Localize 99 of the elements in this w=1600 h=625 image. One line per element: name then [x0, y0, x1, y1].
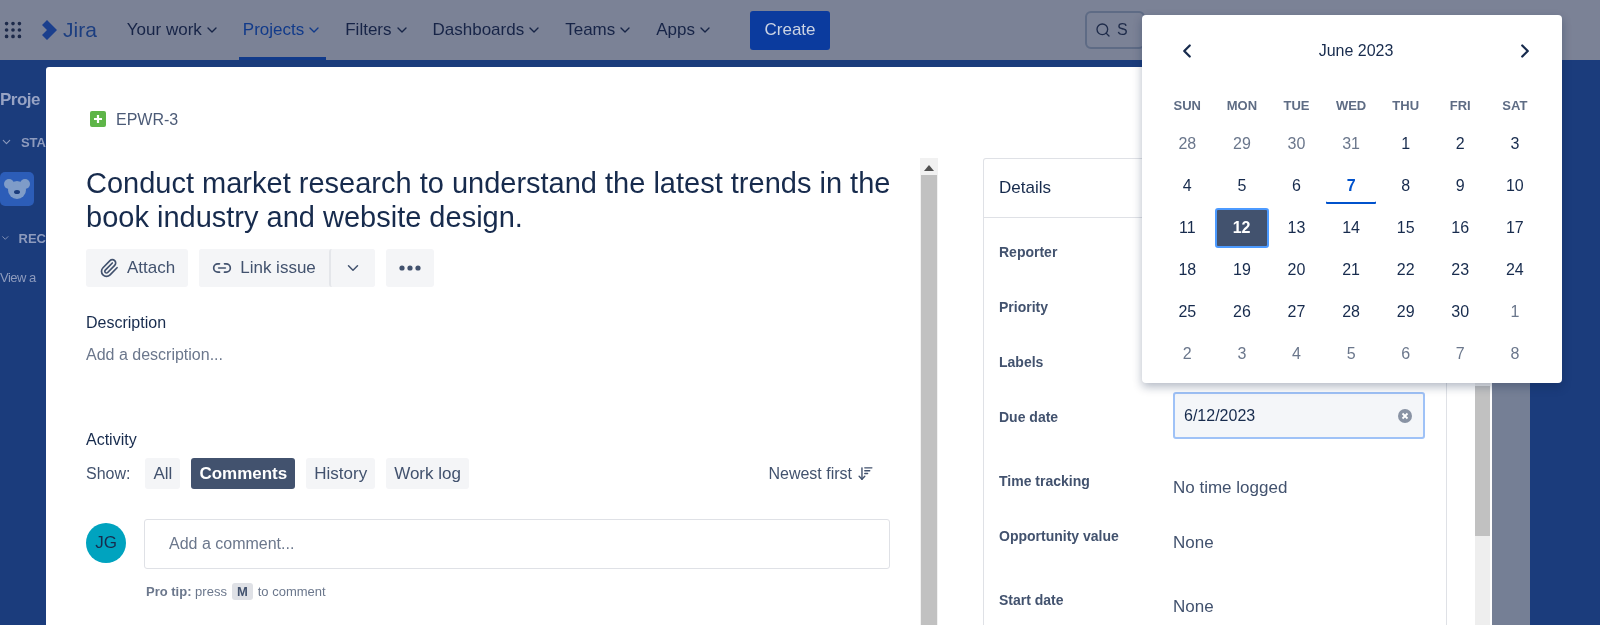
activity-heading: Activity [86, 431, 138, 449]
calendar-day[interactable]: 7 [1323, 166, 1379, 206]
pro-tip-text: to comment [257, 584, 326, 599]
weekday-label: THU [1391, 96, 1421, 115]
sidebar-link[interactable]: View a [0, 270, 36, 285]
calendar-day[interactable]: 3 [1487, 124, 1543, 164]
sort-icon [857, 465, 874, 482]
calendar-day[interactable]: 7 [1432, 334, 1488, 374]
nav-item[interactable]: Teams [561, 0, 638, 60]
calendar-day[interactable]: 14 [1323, 208, 1379, 248]
calendar-day[interactable]: 6 [1269, 166, 1324, 206]
calendar-day[interactable]: 8 [1378, 166, 1433, 206]
pro-tip-text: Pro tip: press [146, 584, 227, 599]
scrollbar[interactable] [920, 158, 938, 625]
weekday-label: WED [1334, 96, 1368, 115]
comment-field[interactable]: Add a comment... [144, 519, 890, 569]
calendar-day[interactable]: 10 [1487, 166, 1543, 206]
weekday-label: FRI [1448, 96, 1472, 115]
keyboard-key: M [231, 583, 253, 600]
filter-tab[interactable]: Work log [386, 458, 469, 489]
weekday-label: SAT [1501, 96, 1529, 115]
calendar-day[interactable]: 5 [1214, 166, 1270, 206]
field-label: Start date [999, 592, 1065, 610]
more-button[interactable] [385, 249, 434, 287]
calendar-day[interactable]: 29 [1378, 292, 1433, 332]
description-placeholder[interactable]: Add a description... [86, 346, 920, 364]
field-label: Priority [999, 299, 1049, 317]
field-label: Labels [999, 354, 1045, 372]
due-date-field[interactable]: 6/12/2023 [1173, 392, 1425, 439]
calendar-day[interactable]: 26 [1214, 292, 1270, 332]
show-label: Show: [86, 464, 131, 483]
calendar-day[interactable]: 25 [1160, 292, 1215, 332]
nav-item[interactable]: Your work [122, 0, 224, 60]
calendar-day[interactable]: 19 [1214, 250, 1270, 290]
story-plus-icon [90, 111, 106, 127]
calendar-day[interactable]: 27 [1269, 292, 1324, 332]
paperclip-icon [99, 258, 119, 278]
calendar-day[interactable]: 28 [1160, 124, 1215, 164]
weekday-label: SUN [1172, 96, 1202, 115]
calendar-day[interactable]: 30 [1432, 292, 1488, 332]
calendar-day[interactable]: 3 [1214, 334, 1270, 374]
issue-title[interactable]: Conduct market research to understand the latest trends in the book industry and website design. [86, 166, 891, 234]
project-avatar-icon[interactable] [0, 172, 34, 206]
calendar-day[interactable]: 1 [1378, 124, 1433, 164]
attach-button[interactable]: Attach [86, 249, 189, 287]
calendar-day[interactable]: 5 [1323, 334, 1379, 374]
field-value[interactable]: None [1173, 533, 1214, 566]
sort-button[interactable]: Newest first [762, 463, 880, 484]
user-avatar: JG [86, 523, 126, 563]
calendar-day[interactable]: 8 [1487, 334, 1543, 374]
app-switcher-icon[interactable] [2, 19, 24, 41]
weekday-label: MON [1225, 96, 1259, 115]
calendar-day[interactable]: 24 [1487, 250, 1543, 290]
calendar-day[interactable]: 29 [1214, 124, 1270, 164]
calendar-day[interactable]: 6 [1378, 334, 1433, 374]
calendar-day[interactable]: 11 [1160, 208, 1215, 248]
calendar-day[interactable]: 2 [1160, 334, 1215, 374]
field-value[interactable]: None [1173, 597, 1214, 621]
field-value[interactable]: No time logged [1173, 478, 1288, 502]
calendar-day[interactable]: 2 [1432, 124, 1488, 164]
calendar-day[interactable]: 15 [1378, 208, 1433, 248]
filter-tab[interactable]: Comments [191, 458, 296, 489]
weekday-label: TUE [1282, 96, 1311, 115]
calendar-day[interactable]: 28 [1323, 292, 1379, 332]
nav-item[interactable]: Filters [341, 0, 414, 60]
filter-tab[interactable]: History [306, 458, 376, 489]
calendar-day[interactable]: 4 [1160, 166, 1215, 206]
filter-tab[interactable]: All [145, 458, 181, 489]
calendar-day[interactable]: 4 [1269, 334, 1324, 374]
nav-item[interactable]: Dashboards [428, 0, 547, 60]
calendar-day[interactable]: 9 [1432, 166, 1488, 206]
more-icon [398, 265, 421, 271]
sidebar-title: Proje [0, 90, 41, 110]
calendar-day[interactable]: 31 [1323, 124, 1379, 164]
calendar-day[interactable]: 16 [1432, 208, 1488, 248]
field-label: Due date [999, 409, 1060, 427]
search-icon [1095, 22, 1111, 38]
sidebar-section[interactable]: REC [0, 228, 46, 248]
calendar-day[interactable]: 1 [1487, 292, 1543, 332]
calendar-day[interactable]: 30 [1269, 124, 1324, 164]
month-title: June 2023 [1318, 42, 1394, 60]
sidebar-section[interactable]: STA [0, 132, 46, 152]
calendar-day[interactable]: 22 [1378, 250, 1433, 290]
calendar-day[interactable]: 12 [1214, 208, 1269, 248]
description-heading: Description [86, 314, 168, 332]
field-label: Time tracking [999, 473, 1091, 491]
create-button[interactable]: Create [750, 10, 830, 50]
nav-item[interactable]: Apps [652, 0, 717, 60]
field-label: Reporter [999, 244, 1059, 262]
calendar-day[interactable]: 17 [1487, 208, 1543, 248]
issue-key[interactable]: EPWR-3 [116, 111, 179, 129]
calendar-day[interactable]: 20 [1269, 250, 1324, 290]
field-label: Opportunity value [999, 528, 1120, 546]
scroll-up-icon[interactable] [924, 165, 934, 171]
calendar-day[interactable]: 13 [1269, 208, 1324, 248]
calendar-day[interactable]: 18 [1160, 250, 1215, 290]
calendar-day[interactable]: 23 [1432, 250, 1488, 290]
clear-icon[interactable] [1397, 407, 1413, 424]
calendar-day[interactable]: 21 [1323, 250, 1379, 290]
